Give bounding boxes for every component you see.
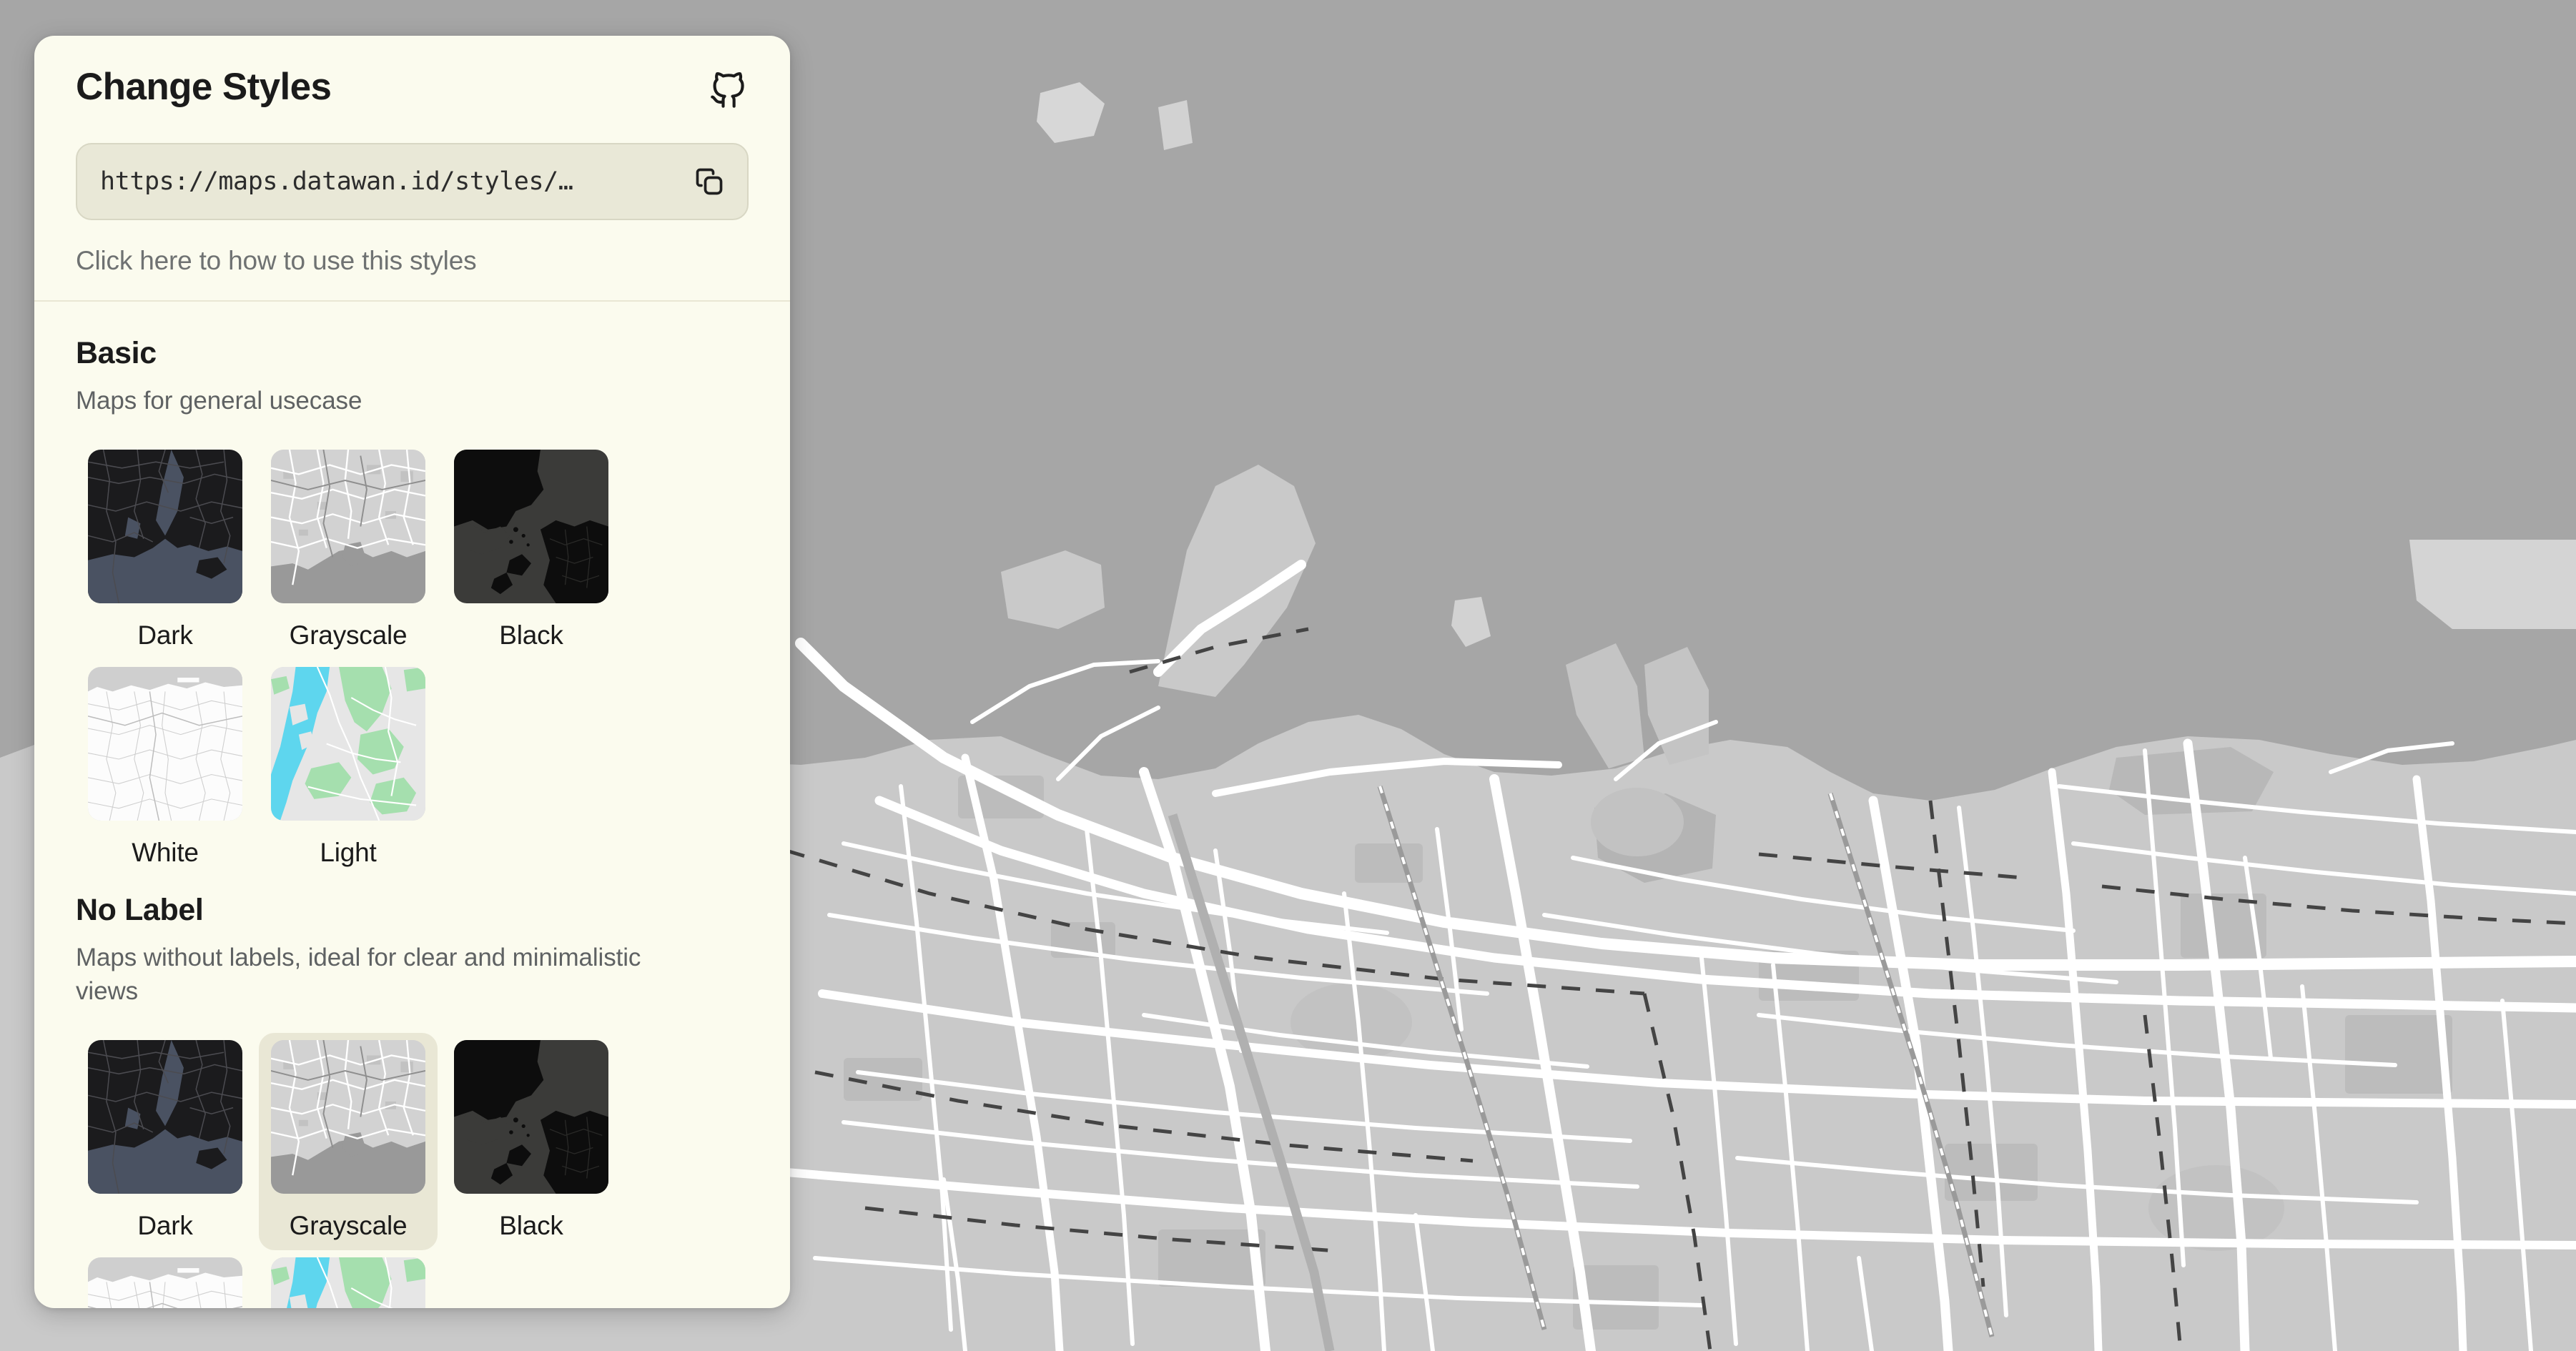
style-thumbnail-grayscale — [271, 449, 425, 603]
style-url-field[interactable]: https://maps.datawan.id/styles/… — [76, 143, 749, 220]
style-card-basic-white[interactable]: White — [76, 660, 255, 877]
how-to-use-link[interactable]: Click here to how to use this styles — [76, 246, 749, 276]
style-card-basic-dark[interactable]: Dark — [76, 442, 255, 660]
style-card-no-label-dark[interactable]: Dark — [76, 1033, 255, 1250]
style-label: Grayscale — [289, 620, 408, 650]
style-card-no-label-black[interactable]: Black — [442, 1033, 621, 1250]
section-description: Maps without labels, ideal for clear and… — [76, 943, 641, 1006]
style-thumbnail-light — [271, 666, 425, 821]
style-thumbnail-white — [88, 1257, 242, 1308]
page-title: Change Styles — [76, 66, 332, 108]
style-thumbnail-light — [271, 1257, 425, 1308]
style-thumbnail-white — [88, 666, 242, 821]
section-title: No Label — [76, 892, 204, 927]
copy-icon — [696, 168, 723, 195]
style-card-no-label-light[interactable]: Light — [259, 1250, 438, 1308]
style-url-value: https://maps.datawan.id/styles/… — [100, 167, 573, 196]
style-card-basic-black[interactable]: Black — [442, 442, 621, 660]
map-island-b — [1158, 100, 1193, 150]
section-description: Maps for general usecase — [76, 387, 362, 415]
style-label: Dark — [137, 1210, 193, 1240]
style-card-no-label-grayscale[interactable]: Grayscale — [259, 1032, 438, 1250]
style-label: White — [132, 837, 199, 867]
style-section-basic: Basic Maps for general usecase Dark Gray… — [76, 336, 749, 877]
style-thumbnail-dark — [88, 1039, 242, 1194]
style-label: Black — [499, 620, 563, 650]
style-card-basic-light[interactable]: Light — [259, 660, 438, 877]
style-label: Black — [499, 1210, 563, 1240]
style-grid: Dark Grayscale — [76, 1032, 749, 1308]
style-section-no-label: No Label Maps without labels, ideal for c… — [76, 893, 749, 1308]
github-icon-glyph — [711, 72, 744, 108]
panel-header-top: Change Styles — [76, 67, 749, 112]
style-thumbnail-dark — [88, 449, 242, 603]
change-styles-panel: Change Styles https://maps.datawan.id/st… — [34, 36, 790, 1308]
style-card-no-label-white[interactable]: White — [76, 1250, 255, 1308]
style-thumbnail-black — [454, 1039, 608, 1194]
style-label: Grayscale — [289, 1210, 408, 1240]
style-label: Dark — [137, 620, 193, 650]
style-thumbnail-black — [454, 449, 608, 603]
style-card-basic-grayscale[interactable]: Grayscale — [259, 442, 438, 660]
style-label: Light — [320, 837, 377, 867]
styles-list[interactable]: Basic Maps for general usecase Dark Gray… — [34, 302, 790, 1308]
copy-url-button[interactable] — [687, 159, 731, 204]
style-grid: Dark Grayscale — [76, 442, 749, 877]
github-icon[interactable] — [707, 70, 749, 112]
section-title: Basic — [76, 336, 157, 370]
panel-header: Change Styles https://maps.datawan.id/st… — [34, 36, 790, 302]
style-thumbnail-grayscale — [271, 1039, 425, 1194]
